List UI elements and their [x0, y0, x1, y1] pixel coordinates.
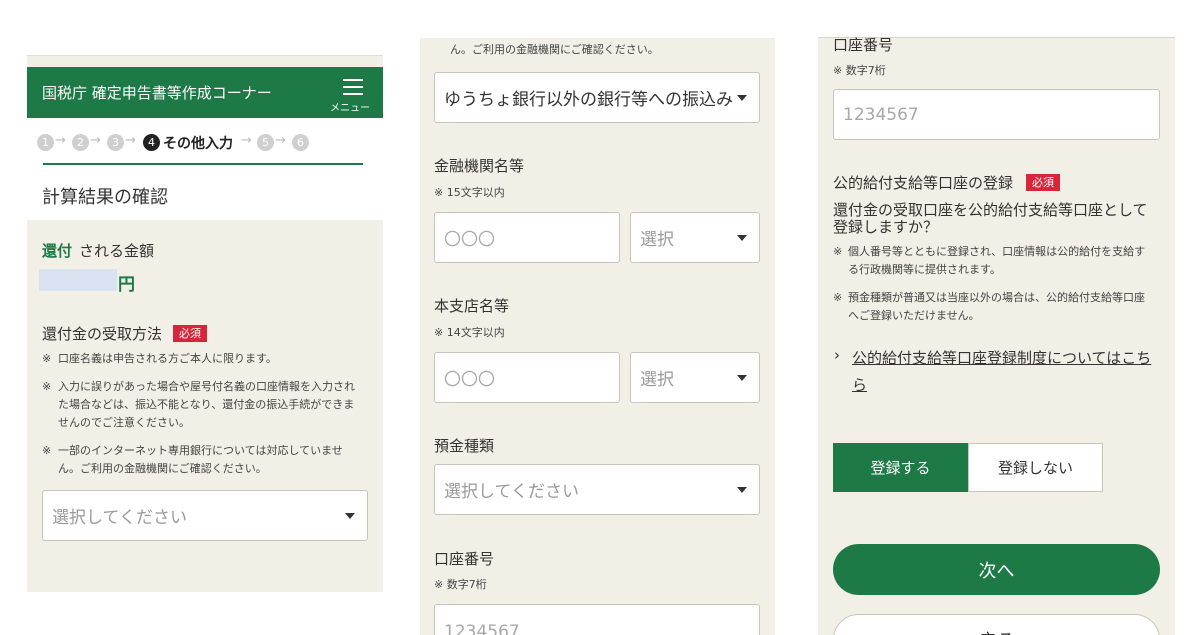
note-line: 入力に誤りがあった場合や屋号付名義の口座情報を入力され [58, 380, 355, 393]
cut-off-top-line [420, 0, 775, 38]
select-placeholder: 選択してください [52, 508, 187, 528]
yen-unit: 円 [118, 275, 135, 295]
register-button[interactable]: 登録する [833, 443, 968, 492]
bank-type-select[interactable]: 選択 [630, 212, 760, 263]
refund-amount-value [39, 269, 117, 291]
select-value: 選択 [640, 230, 674, 250]
refund-amount-label: される金額 [79, 242, 155, 260]
required-badge: 必須 [1026, 174, 1060, 191]
caret-down-icon [737, 234, 747, 241]
branch-label: 本支店名等 [434, 297, 510, 315]
note-mark: ※ [833, 291, 843, 304]
no-register-button-label: 登録しない [997, 459, 1073, 477]
account-label: 口座番号 [434, 550, 495, 568]
app-header: 国税庁 確定申告書等作成コーナー メニュー [27, 67, 383, 118]
menu-button[interactable]: メニュー [330, 77, 378, 114]
account-number-input[interactable]: 1234567 [833, 89, 1160, 140]
refund-method-select[interactable]: ゆうちょ銀行以外の銀行等への振込み [434, 72, 760, 123]
caret-down-icon [737, 374, 747, 381]
branch-name-input[interactable]: 〇〇〇 [434, 352, 620, 403]
note-line: ん。ご利用の金融機関にご確認ください。 [450, 43, 659, 56]
input-placeholder: 〇〇〇 [444, 230, 495, 250]
back-button-label: 戻る [979, 627, 1015, 635]
cut-off-top-line [818, 0, 1175, 38]
public-account-label: 公的給付支給等口座の登録 [833, 174, 1014, 192]
account-label: 口座番号 [833, 36, 894, 54]
register-question: 登録しますか？ [833, 218, 939, 236]
panel-refund-method: 国税庁 確定申告書等作成コーナー メニュー 1 → 2 → 3 → 4 その他入… [27, 55, 383, 592]
account-hint: ※ 数字7桁 [833, 64, 886, 77]
deposit-label: 預金種類 [434, 437, 495, 455]
step-1-icon: 1 [37, 134, 54, 151]
account-hint: ※ 数字7桁 [434, 578, 487, 591]
panel-bank-details: ん。ご利用の金融機関にご確認ください。 ゆうちょ銀行以外の銀行等への振込み 金融… [420, 0, 775, 635]
note-line: 預金種類が普通又は当座以外の場合は、公的給付支給等口座 [848, 291, 1145, 304]
caret-down-icon [737, 94, 747, 101]
branch-hint: ※ 14文字以内 [434, 326, 505, 339]
refund-method-select[interactable]: 選択してください [42, 490, 368, 541]
arrow-icon: → [241, 133, 252, 148]
note-line: る行政機関等に提供されます。 [848, 263, 1001, 276]
hamburger-icon [343, 79, 363, 95]
next-button[interactable]: 次へ [833, 544, 1160, 595]
step-6-icon: 6 [292, 134, 309, 151]
select-placeholder: 選択してください [444, 482, 579, 502]
step-3-icon: 3 [107, 134, 124, 151]
input-placeholder: 〇〇〇 [444, 370, 495, 390]
note-line: へご登録いただけません。 [848, 309, 980, 322]
chevron-right-icon: › [834, 346, 840, 364]
step-5-icon: 5 [257, 134, 274, 151]
selected-method: ゆうちょ銀行以外の銀行等への振込み [444, 90, 733, 110]
note-line: せんのでご注意ください。 [58, 416, 190, 429]
select-value: 選択 [640, 370, 674, 390]
method-label: 還付金の受取方法 [42, 325, 163, 343]
step-indicator: 1 → 2 → 3 → 4 その他入力 → 5 → 6 [37, 132, 337, 154]
required-badge: 必須 [173, 325, 207, 342]
note-line: 個人番号等とともに登録され、口座情報は公的給付を支給す [848, 245, 1146, 258]
arrow-icon: → [125, 133, 136, 148]
note-line: 一部のインターネット専用銀行については対応していませ [58, 444, 343, 457]
note-mark: ※ [42, 352, 52, 365]
page-title: 計算結果の確認 [42, 187, 168, 208]
bank-name-input[interactable]: 〇〇〇 [434, 212, 620, 263]
arrow-icon: → [55, 133, 66, 148]
step-4-icon: 4 [143, 134, 160, 151]
note-mark: ※ [42, 444, 52, 457]
arrow-icon: → [90, 133, 101, 148]
note-mark: ※ [833, 245, 843, 258]
title-card: 1 → 2 → 3 → 4 その他入力 → 5 → 6 計算結果の確認 [27, 118, 383, 220]
note-line: ん。ご利用の金融機関にご確認ください。 [58, 462, 267, 475]
no-register-button[interactable]: 登録しない [968, 443, 1103, 492]
note-mark: ※ [42, 380, 52, 393]
info-link[interactable]: ら [852, 374, 867, 395]
account-number-input[interactable]: 1234567 [434, 604, 760, 635]
back-button[interactable]: 戻る [833, 614, 1160, 635]
menu-label: メニュー [330, 103, 370, 114]
step-2-icon: 2 [72, 134, 89, 151]
register-button-label: 登録する [870, 459, 931, 477]
app-title: 国税庁 確定申告書等作成コーナー [42, 84, 272, 102]
info-link[interactable]: 公的給付支給等口座登録制度についてはこち [852, 347, 1151, 368]
input-placeholder: 1234567 [843, 104, 919, 125]
note-line: た場合などは、振込不能となり、還付金の振込手続ができま [58, 398, 355, 411]
input-placeholder: 1234567 [444, 622, 520, 635]
deposit-type-select[interactable]: 選択してください [434, 464, 760, 515]
next-button-label: 次へ [978, 560, 1015, 582]
current-step-label: その他入力 [163, 136, 233, 152]
refund-prefix: 還付 [42, 242, 73, 260]
arrow-icon: → [275, 133, 286, 148]
caret-down-icon [345, 512, 355, 519]
panel-public-account: 口座番号 ※ 数字7桁 1234567 公的給付支給等口座の登録 必須 還付金の… [818, 0, 1175, 635]
step-underline [43, 163, 363, 165]
caret-down-icon [737, 486, 747, 493]
branch-type-select[interactable]: 選択 [630, 352, 760, 403]
bank-hint: ※ 15文字以内 [434, 186, 505, 199]
note-line: 口座名義は申告される方ご本人に限ります。 [58, 352, 277, 365]
top-divider [27, 55, 383, 56]
bank-label: 金融機関名等 [434, 157, 525, 175]
